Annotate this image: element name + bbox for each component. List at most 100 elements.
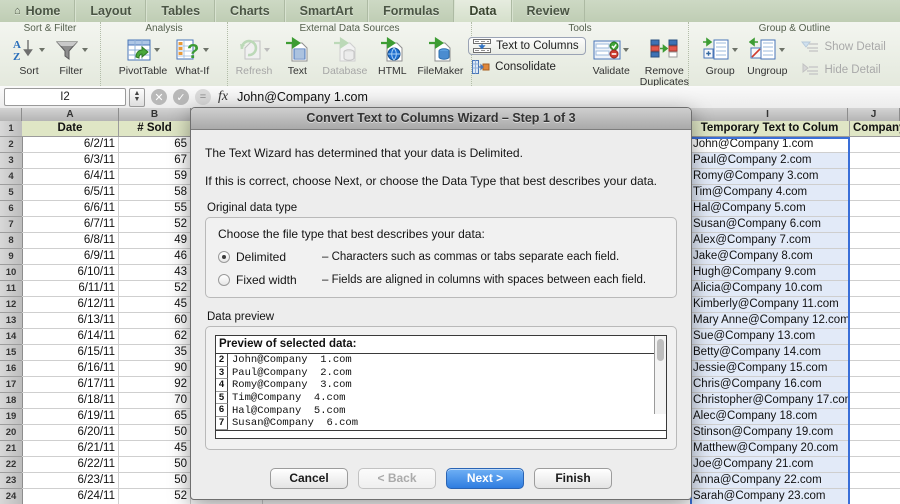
cell-company[interactable]: [850, 281, 900, 297]
column-header-i[interactable]: I: [688, 108, 848, 121]
formula-input[interactable]: John@Company 1.com: [237, 90, 900, 104]
cell-temporary-text[interactable]: Mary Anne@Company 12.com: [690, 313, 850, 329]
cell-date[interactable]: 6/5/11: [22, 185, 119, 201]
name-box-stepper[interactable]: ▲▼: [129, 88, 145, 107]
cell-sold[interactable]: 65: [119, 137, 191, 153]
finish-button[interactable]: Finish: [534, 468, 612, 489]
column-title-company[interactable]: Company: [850, 121, 900, 137]
ribbon-button-remove-duplicates[interactable]: Remove Duplicates: [637, 35, 692, 87]
cell-company[interactable]: [850, 217, 900, 233]
cell-date[interactable]: 6/22/11: [22, 457, 119, 473]
row-header[interactable]: 18: [0, 393, 22, 409]
cell-sold[interactable]: 35: [119, 345, 191, 361]
chevron-down-icon[interactable]: [154, 48, 160, 52]
cell-temporary-text[interactable]: Matthew@Company 20.com: [690, 441, 850, 457]
column-title-date[interactable]: Date: [22, 121, 119, 137]
cell-temporary-text[interactable]: Anna@Company 22.com: [690, 473, 850, 489]
cell-date[interactable]: 6/16/11: [22, 361, 119, 377]
ribbon-button-html-import[interactable]: HTML: [372, 35, 412, 77]
chevron-down-icon[interactable]: [82, 48, 88, 52]
cell-date[interactable]: 6/8/11: [22, 233, 119, 249]
radio-option-delimited[interactable]: Delimited – Characters such as commas or…: [218, 250, 664, 264]
cell-sold[interactable]: 46: [119, 249, 191, 265]
row-header[interactable]: 14: [0, 329, 22, 345]
cell-company[interactable]: [850, 441, 900, 457]
cell-company[interactable]: [850, 185, 900, 201]
cell-sold[interactable]: 52: [119, 281, 191, 297]
row-header[interactable]: 15: [0, 345, 22, 361]
cell-company[interactable]: [850, 489, 900, 504]
cell-company[interactable]: [850, 393, 900, 409]
cell-sold[interactable]: 45: [119, 441, 191, 457]
cell-sold[interactable]: 60: [119, 313, 191, 329]
chevron-down-icon[interactable]: [203, 48, 209, 52]
row-header[interactable]: 6: [0, 201, 22, 217]
next-button[interactable]: Next >: [446, 468, 524, 489]
cell-date[interactable]: 6/3/11: [22, 153, 119, 169]
ribbon-button-pivot-table[interactable]: PivotTable: [116, 35, 170, 77]
cell-temporary-text[interactable]: Susan@Company 6.com: [690, 217, 850, 233]
cell-sold[interactable]: 50: [119, 457, 191, 473]
cell-temporary-text[interactable]: Romy@Company 3.com: [690, 169, 850, 185]
cell-sold[interactable]: 58: [119, 185, 191, 201]
equals-icon[interactable]: =: [195, 89, 211, 105]
cell-company[interactable]: [850, 137, 900, 153]
ribbon-button-consolidate[interactable]: Consolidate: [468, 58, 585, 76]
cell-temporary-text[interactable]: Joe@Company 21.com: [690, 457, 850, 473]
row-header[interactable]: 10: [0, 265, 22, 281]
row-header[interactable]: 24: [0, 489, 22, 504]
cell-date[interactable]: 6/6/11: [22, 201, 119, 217]
cancel-button[interactable]: Cancel: [270, 468, 348, 489]
cell-temporary-text[interactable]: Jake@Company 8.com: [690, 249, 850, 265]
ribbon-button-hide-detail[interactable]: Hide Detail: [797, 61, 889, 79]
cell-temporary-text[interactable]: Stinson@Company 19.com: [690, 425, 850, 441]
chevron-down-icon[interactable]: [623, 48, 629, 52]
radio-delimited-icon[interactable]: [218, 251, 230, 263]
ribbon-button-group[interactable]: Group: [699, 35, 741, 77]
name-box[interactable]: I2: [4, 88, 126, 106]
ribbon-tab-formulas[interactable]: Formulas: [368, 0, 454, 22]
ribbon-tab-data[interactable]: Data: [454, 0, 511, 22]
row-header[interactable]: 12: [0, 297, 22, 313]
cell-sold[interactable]: 52: [119, 489, 191, 504]
ribbon-button-what-if[interactable]: ? What-If: [172, 35, 212, 77]
cell-date[interactable]: 6/14/11: [22, 329, 119, 345]
ribbon-button-database-import[interactable]: Database: [319, 35, 370, 77]
row-header[interactable]: 5: [0, 185, 22, 201]
cell-company[interactable]: [850, 153, 900, 169]
cell-sold[interactable]: 50: [119, 425, 191, 441]
cell-temporary-text[interactable]: Paul@Company 2.com: [690, 153, 850, 169]
select-all-corner[interactable]: [0, 108, 22, 121]
cell-temporary-text[interactable]: John@Company 1.com: [690, 137, 850, 153]
chevron-down-icon[interactable]: [732, 48, 738, 52]
row-header[interactable]: 8: [0, 233, 22, 249]
column-title-temporary-text[interactable]: Temporary Text to Colum: [690, 121, 850, 137]
cell-company[interactable]: [850, 313, 900, 329]
cell-date[interactable]: 6/2/11: [22, 137, 119, 153]
cell-company[interactable]: [850, 233, 900, 249]
cell-sold[interactable]: 65: [119, 409, 191, 425]
chevron-down-icon[interactable]: [779, 48, 785, 52]
chevron-down-icon[interactable]: [264, 48, 270, 52]
row-header[interactable]: 1: [0, 121, 22, 137]
cell-sold[interactable]: 43: [119, 265, 191, 281]
cell-sold[interactable]: 49: [119, 233, 191, 249]
fx-icon[interactable]: fx: [218, 89, 228, 105]
radio-option-fixed-width[interactable]: Fixed width – Fields are aligned in colu…: [218, 273, 664, 287]
row-header[interactable]: 17: [0, 377, 22, 393]
ribbon-button-text-to-columns[interactable]: Text to Columns: [468, 37, 585, 55]
cell-date[interactable]: 6/12/11: [22, 297, 119, 313]
row-header[interactable]: 4: [0, 169, 22, 185]
cell-sold[interactable]: 55: [119, 201, 191, 217]
ribbon-button-filemaker-import[interactable]: FileMaker: [414, 35, 466, 77]
ribbon-tab-home[interactable]: ⌂ Home: [0, 0, 75, 22]
ribbon-button-ungroup[interactable]: Ungroup: [744, 35, 790, 77]
ribbon-button-sort[interactable]: A Z Sort: [9, 35, 49, 77]
row-header[interactable]: 13: [0, 313, 22, 329]
ribbon-button-validate[interactable]: Validate: [590, 35, 633, 77]
column-header-j[interactable]: J: [848, 108, 900, 121]
cell-date[interactable]: 6/10/11: [22, 265, 119, 281]
row-header[interactable]: 19: [0, 409, 22, 425]
ribbon-button-text-import[interactable]: Text: [277, 35, 317, 77]
cell-temporary-text[interactable]: Jessie@Company 15.com: [690, 361, 850, 377]
